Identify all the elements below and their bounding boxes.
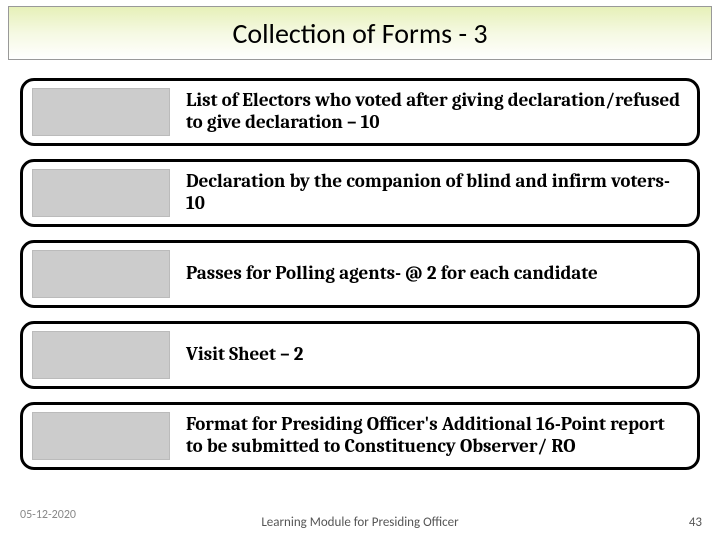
list-item: Visit Sheet – 2 (20, 321, 700, 389)
list-item: Format for Presiding Officer's Additiona… (20, 402, 700, 470)
page-title: Collection of Forms - 3 (232, 16, 487, 51)
item-stub (32, 331, 170, 379)
items-list: List of Electors who voted after giving … (20, 78, 700, 483)
list-item: Declaration by the companion of blind an… (20, 159, 700, 227)
item-stub (32, 412, 170, 460)
item-text: List of Electors who voted after giving … (170, 90, 697, 134)
item-stub (32, 169, 170, 217)
footer-page-number: 43 (689, 515, 702, 530)
item-stub (32, 88, 170, 136)
item-text: Passes for Polling agents- @ 2 for each … (170, 263, 610, 285)
item-stub (32, 250, 170, 298)
footer-module: Learning Module for Presiding Officer (0, 515, 720, 530)
title-bar: Collection of Forms - 3 (8, 6, 712, 60)
item-text: Format for Presiding Officer's Additiona… (170, 414, 697, 458)
list-item: List of Electors who voted after giving … (20, 78, 700, 146)
item-text: Declaration by the companion of blind an… (170, 171, 697, 215)
item-text: Visit Sheet – 2 (170, 344, 315, 366)
list-item: Passes for Polling agents- @ 2 for each … (20, 240, 700, 308)
